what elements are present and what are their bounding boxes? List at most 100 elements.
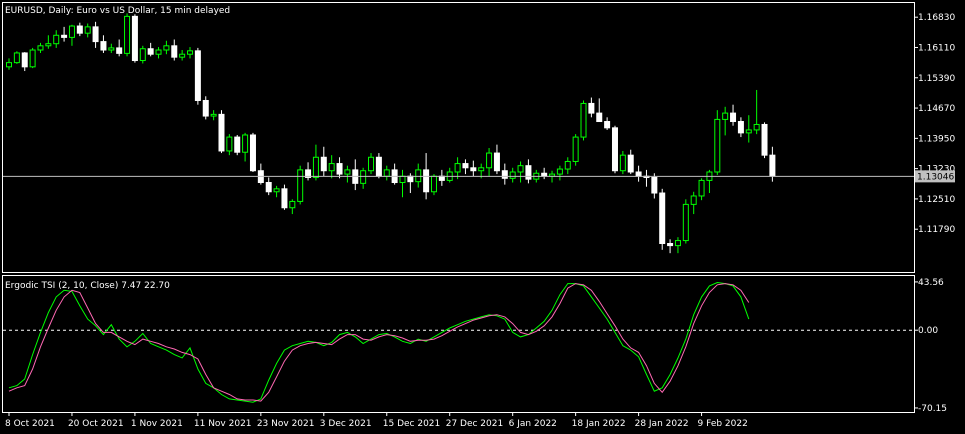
candle-body <box>226 136 233 152</box>
candle-body <box>53 34 60 45</box>
candle-body <box>730 112 737 123</box>
tsi-lines-group <box>3 281 914 403</box>
candle-body <box>84 26 91 34</box>
candle-body <box>242 134 249 153</box>
candle-body <box>76 25 83 34</box>
candle-body <box>667 243 674 247</box>
candle-body <box>690 195 697 205</box>
candle-body <box>13 52 20 64</box>
current-price-label: 1.13046 <box>917 172 954 182</box>
candle-body <box>179 53 186 58</box>
signal-line <box>8 283 750 402</box>
candles-group <box>6 13 776 254</box>
price-tick-label: 1.16110 <box>918 43 955 53</box>
time-tick-label: 23 Nov 2021 <box>257 419 315 429</box>
candle-body <box>100 41 107 51</box>
candle-body <box>368 156 375 172</box>
indicator-tick-label: 0.00 <box>918 326 938 336</box>
candle-body <box>37 45 44 51</box>
candle-body <box>171 45 178 58</box>
candle-body <box>131 15 138 62</box>
candle-body <box>273 188 280 193</box>
candle-body <box>124 15 131 54</box>
time-tick-label: 1 Nov 2021 <box>131 419 183 429</box>
time-tick-label: 11 Nov 2021 <box>194 419 252 429</box>
time-tick-label: 20 Oct 2021 <box>68 419 124 429</box>
candle-body <box>486 152 493 169</box>
indicator-tick-label: -70.15 <box>918 404 947 414</box>
indicator-pane-frame <box>2 275 915 413</box>
candle-body <box>470 167 477 172</box>
price-tick-label: 1.11790 <box>918 225 955 235</box>
indicator-header: Ergodic TSI (2, 10, Close) 7.47 22.70 <box>5 281 170 291</box>
candle-body <box>415 169 422 183</box>
candle-body <box>580 102 587 138</box>
candle-body <box>753 123 760 131</box>
candle-body <box>312 156 319 178</box>
candle-body <box>604 121 611 129</box>
main-header: EURUSD, Daily: Euro vs US Dollar, 15 min… <box>5 6 230 16</box>
candle-body <box>210 113 217 117</box>
candle-body <box>360 170 367 184</box>
indicator-axis[interactable]: 43.56 0.00 -70.15 <box>914 278 947 414</box>
candle-body <box>596 112 603 123</box>
candle-body <box>375 156 382 177</box>
candle-body <box>108 47 115 51</box>
time-axis[interactable]: 8 Oct 2021 20 Oct 2021 1 Nov 2021 11 Nov 20… <box>5 412 748 429</box>
candle-body <box>430 175 437 193</box>
candle-body <box>187 50 194 55</box>
candle-body <box>234 136 241 153</box>
candle-body <box>737 121 744 134</box>
indicator-tick-label: 43.56 <box>918 278 944 288</box>
candle-body <box>265 182 272 193</box>
candle-body <box>399 175 406 184</box>
candle-body <box>297 169 304 202</box>
price-tick-label: 1.16830 <box>918 13 955 23</box>
chart-canvas[interactable]: 1.168301.161101.153901.146701.139501.132… <box>0 0 965 434</box>
candle-body <box>139 48 146 62</box>
candle-body <box>218 113 225 152</box>
candle-body <box>407 175 414 183</box>
candle-body <box>336 163 343 175</box>
candle-body <box>462 163 469 169</box>
candle-body <box>501 170 508 179</box>
price-axis[interactable]: 1.168301.161101.153901.146701.139501.132… <box>914 13 955 235</box>
time-tick-label: 15 Dec 2021 <box>383 419 441 429</box>
price-tick-label: 1.12510 <box>918 195 955 205</box>
candle-body <box>45 43 52 47</box>
candle-body <box>21 52 28 68</box>
candle-body <box>509 171 516 179</box>
time-tick-label: 3 Dec 2021 <box>320 419 372 429</box>
candle-body <box>281 188 288 209</box>
candle-body <box>423 169 430 193</box>
candle-body <box>698 179 705 197</box>
candle-body <box>289 200 296 209</box>
candle-body <box>383 169 390 177</box>
candle-body <box>344 169 351 175</box>
time-tick-label: 28 Jan 2022 <box>635 419 689 429</box>
candle-body <box>651 176 658 194</box>
candle-body <box>68 25 75 38</box>
candle-body <box>525 165 532 180</box>
price-tick-label: 1.14670 <box>918 104 955 114</box>
candle-body <box>517 165 524 173</box>
candle-body <box>745 129 752 134</box>
time-tick-label: 18 Jan 2022 <box>572 419 626 429</box>
candle-body <box>564 160 571 170</box>
candle-body <box>674 240 681 247</box>
candle-body <box>249 134 256 172</box>
candle-body <box>572 136 579 162</box>
candle-body <box>92 26 99 43</box>
candle-body <box>328 163 335 172</box>
time-tick-label: 8 Oct 2021 <box>5 419 55 429</box>
price-tick-label: 1.15390 <box>918 74 955 84</box>
candle-body <box>6 62 12 68</box>
candle-body <box>588 102 595 114</box>
candle-body <box>155 49 162 55</box>
price-pane-frame <box>2 2 915 273</box>
candle-body <box>29 49 36 68</box>
candle-body <box>320 156 327 172</box>
tsi-line <box>8 281 750 403</box>
candle-body <box>478 167 485 172</box>
candle-body <box>659 192 666 244</box>
